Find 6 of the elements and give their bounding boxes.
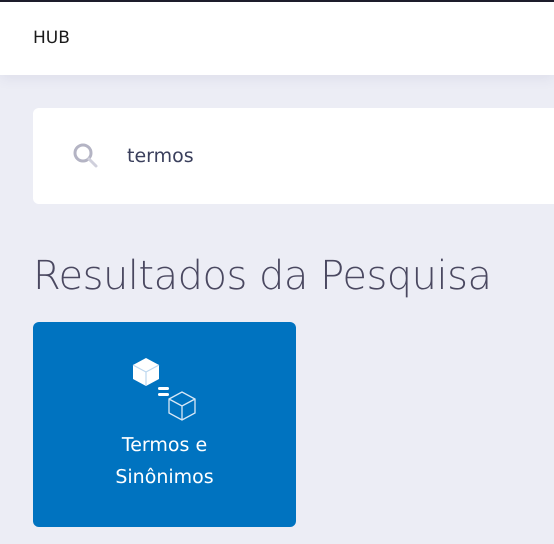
search-field[interactable]: termos	[125, 140, 465, 172]
results-heading: Resultados da Pesquisa	[33, 252, 492, 301]
result-tile[interactable]: Termos e Sinônimos	[33, 322, 296, 527]
app-title: HUB	[33, 26, 70, 50]
search-icon	[73, 143, 99, 169]
cubes-icon	[130, 356, 198, 420]
